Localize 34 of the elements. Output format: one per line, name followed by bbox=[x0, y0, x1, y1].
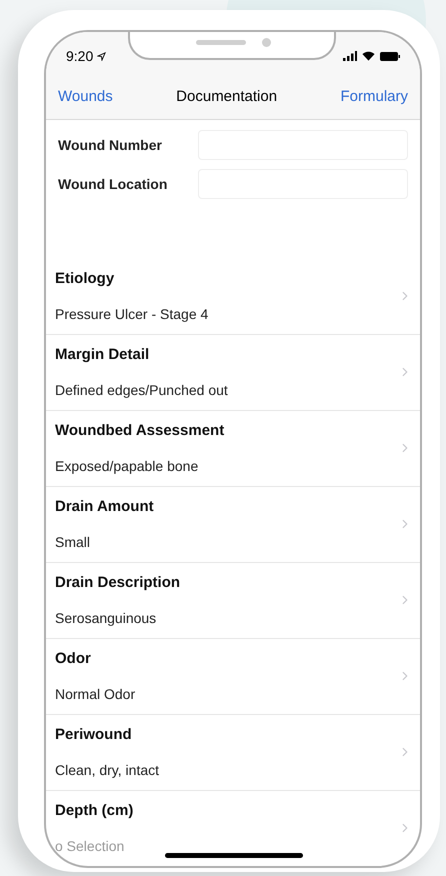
list-row[interactable]: Periwound Clean, dry, intact bbox=[46, 715, 420, 791]
row-title: Etiology bbox=[55, 268, 116, 289]
formulary-button[interactable]: Formulary bbox=[340, 86, 408, 109]
row-title: Periwound bbox=[55, 724, 133, 745]
row-value: Small bbox=[55, 533, 90, 552]
row-title: Depth (cm) bbox=[55, 800, 134, 821]
row-title: Drain Description bbox=[55, 572, 182, 593]
list-row[interactable]: Woundbed Assessment Exposed/papable bone bbox=[46, 411, 420, 487]
nav-title: Documentation bbox=[176, 87, 278, 108]
battery-icon bbox=[380, 52, 400, 60]
row-title: Odor bbox=[55, 648, 92, 669]
field-label: Wound Location bbox=[58, 174, 168, 194]
wifi-icon bbox=[362, 51, 375, 61]
row-value: Exposed/papable bone bbox=[55, 457, 198, 476]
row-value: Clean, dry, intact bbox=[55, 761, 160, 780]
status-time: 9:20 bbox=[66, 46, 94, 66]
back-button[interactable]: Wounds bbox=[58, 86, 113, 109]
row-value: Defined edges/Punched out bbox=[55, 381, 228, 400]
signal-icon bbox=[343, 51, 357, 61]
list-row[interactable]: Etiology Pressure Ulcer - Stage 4 bbox=[46, 259, 420, 335]
list-row[interactable]: Drain Amount Small bbox=[46, 487, 420, 563]
row-value: Pressure Ulcer - Stage 4 bbox=[55, 305, 208, 324]
location-arrow-icon bbox=[97, 52, 106, 60]
list-row[interactable]: Odor Normal Odor bbox=[46, 639, 420, 715]
field-label: Wound Number bbox=[58, 136, 162, 154]
row-value: o Selection bbox=[55, 837, 124, 856]
list-row[interactable]: Margin Detail Defined edges/Punched out bbox=[46, 335, 420, 411]
row-value: Normal Odor bbox=[55, 685, 136, 704]
row-title: Drain Amount bbox=[55, 496, 155, 517]
row-title: Margin Detail bbox=[55, 344, 150, 365]
list-row[interactable]: Drain Description Serosanguinous bbox=[46, 563, 420, 639]
row-title: Woundbed Assessment bbox=[55, 420, 226, 441]
row-value: Serosanguinous bbox=[55, 609, 156, 628]
speaker-grille bbox=[196, 40, 246, 45]
